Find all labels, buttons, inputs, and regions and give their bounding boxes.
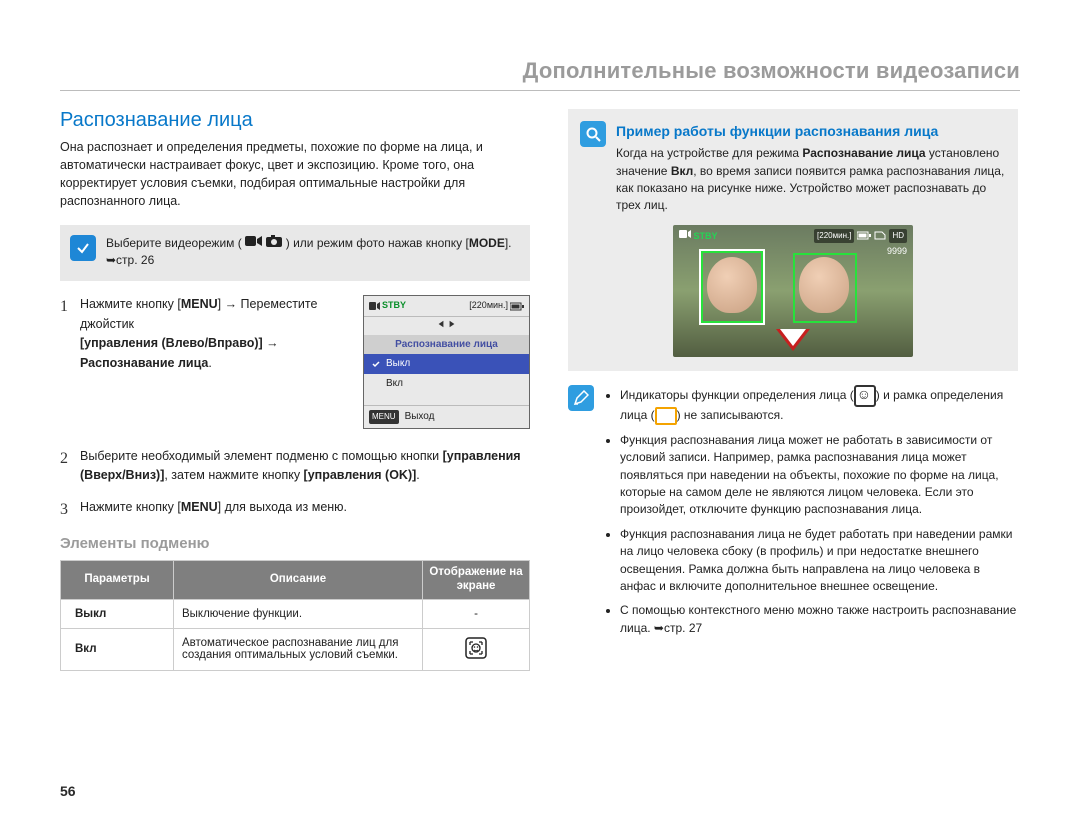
menu-option-off: Выкл xyxy=(364,354,529,374)
example-box: Пример работы функции распознавания лица… xyxy=(568,109,1018,371)
sd-card-icon xyxy=(874,231,886,240)
face-detect-icon xyxy=(854,385,876,407)
step-1: 1 STBY [220мин.] xyxy=(60,295,530,434)
note-item: Функция распознавания лица не будет рабо… xyxy=(620,526,1018,596)
col-display: Отображение на экране xyxy=(423,560,530,599)
pencil-icon xyxy=(568,385,594,411)
videocam-icon xyxy=(245,235,263,252)
example-title: Пример работы функции распознавания лица xyxy=(616,121,1006,141)
col-desc: Описание xyxy=(174,560,423,599)
face-frame-icon xyxy=(655,407,677,425)
triangle-left-icon xyxy=(437,320,445,328)
magnifier-icon xyxy=(580,121,606,147)
note-item: Функция распознавания лица может не рабо… xyxy=(620,432,1018,519)
submenu-table: Параметры Описание Отображение на экране… xyxy=(60,560,530,671)
section-heading: Распознавание лица xyxy=(60,109,530,132)
note-item: С помощью контекстного меню можно также … xyxy=(620,602,1018,637)
preview-image: STBY [220мин.] HD 9999 xyxy=(673,225,913,357)
videocam-icon xyxy=(679,229,691,239)
page-number: 56 xyxy=(60,783,76,799)
notes-block: Индикаторы функции определения лица () и… xyxy=(568,385,1018,644)
mode-callout-text: Выберите видеорежим ( ) или режим фото н… xyxy=(106,235,520,270)
videocam-icon xyxy=(369,301,380,311)
steps-list: 1 STBY [220мин.] xyxy=(60,295,530,517)
battery-icon xyxy=(510,302,524,311)
page-title: Дополнительные возможности видеозаписи xyxy=(60,58,1020,91)
menu-option-on: Вкл xyxy=(364,374,529,394)
table-row: Вкл Автоматическое распознавание лиц для… xyxy=(61,628,530,670)
face-detect-icon xyxy=(465,650,487,662)
menu-thumbnail: STBY [220мин.] Распознавание xyxy=(363,295,530,428)
battery-icon xyxy=(857,231,871,240)
camera-icon xyxy=(266,235,282,252)
intro-paragraph: Она распознает и определения предметы, п… xyxy=(60,138,530,211)
example-text: Когда на устройстве для режима Распознав… xyxy=(616,145,1006,215)
arrow-down-icon xyxy=(776,329,810,351)
step-3: 3 Нажмите кнопку [MENU] для выхода из ме… xyxy=(60,498,530,517)
check-icon xyxy=(70,235,96,261)
table-row: Выкл Выключение функции. - xyxy=(61,599,530,628)
col-params: Параметры xyxy=(61,560,174,599)
submenu-heading: Элементы подменю xyxy=(60,535,530,552)
note-item: Индикаторы функции определения лица () и… xyxy=(620,385,1018,425)
triangle-right-icon xyxy=(448,320,456,328)
step-2: 2 Выберите необходимый элемент подменю с… xyxy=(60,447,530,486)
mode-callout: Выберите видеорежим ( ) или режим фото н… xyxy=(60,225,530,282)
